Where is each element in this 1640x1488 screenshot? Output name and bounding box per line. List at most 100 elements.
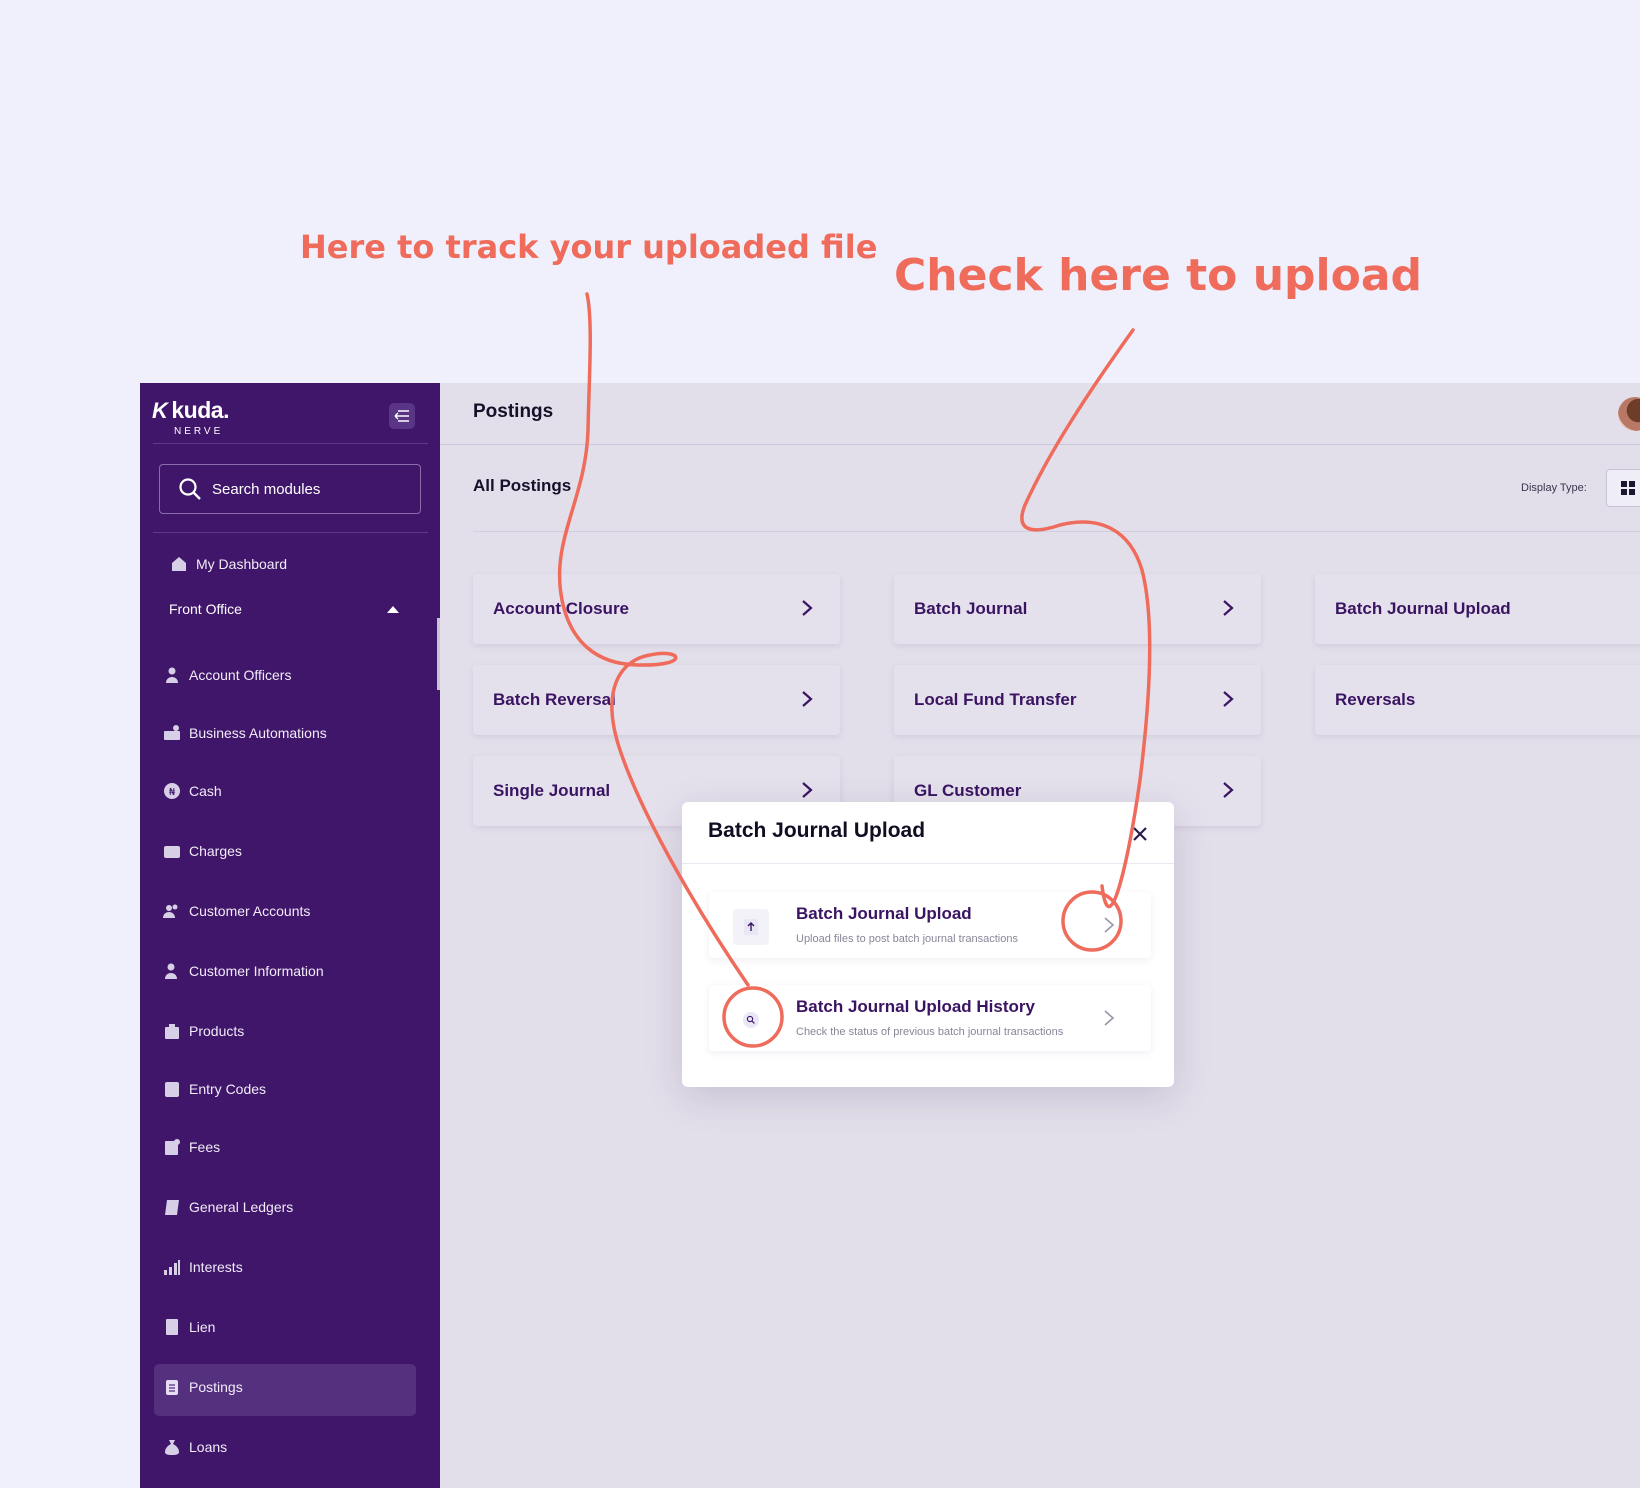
sidebar-item-label: Interests bbox=[189, 1259, 243, 1275]
wallet-icon bbox=[162, 841, 182, 861]
money-bag-icon bbox=[162, 1437, 182, 1457]
card-label: Batch Reversal bbox=[493, 690, 616, 709]
sidebar-item-lien[interactable]: Lien bbox=[162, 1312, 215, 1342]
brand-name: kuda. bbox=[171, 397, 229, 423]
app-window: Kkuda. NERVE Search modules My Dashboard… bbox=[140, 383, 1640, 1488]
front-office-section-toggle[interactable]: Front Office bbox=[169, 601, 399, 617]
sidebar-item-label: Business Automations bbox=[189, 725, 327, 741]
card-label: Batch Journal Upload bbox=[1335, 599, 1511, 618]
sidebar: Kkuda. NERVE Search modules My Dashboard… bbox=[140, 383, 440, 1488]
sidebar-item-label: Customer Accounts bbox=[189, 903, 311, 919]
card-account-closure[interactable]: Account Closure bbox=[473, 574, 840, 644]
sidebar-item-label: Account Officers bbox=[189, 667, 292, 683]
caret-up-icon bbox=[387, 605, 399, 613]
chevron-right-icon bbox=[802, 782, 813, 798]
sidebar-item-label: General Ledgers bbox=[189, 1199, 294, 1215]
option-batch-journal-upload[interactable]: Batch Journal Upload Upload files to pos… bbox=[709, 892, 1151, 958]
option-description: Check the status of previous batch journ… bbox=[796, 1026, 1064, 1038]
brand-logo[interactable]: Kkuda. NERVE bbox=[152, 397, 229, 437]
option-title: Batch Journal Upload History bbox=[796, 997, 1035, 1016]
search-placeholder: Search modules bbox=[212, 480, 321, 498]
modal-title: Batch Journal Upload bbox=[708, 819, 926, 842]
sidebar-item-label: Lien bbox=[189, 1319, 216, 1335]
sidebar-item-label: My Dashboard bbox=[196, 556, 288, 572]
sidebar-item-label: Loans bbox=[189, 1439, 228, 1455]
card-batch-journal[interactable]: Batch Journal bbox=[894, 574, 1261, 644]
kuda-k-icon: K bbox=[152, 397, 168, 423]
sidebar-item-dashboard[interactable]: My Dashboard bbox=[169, 549, 287, 579]
document-icon bbox=[162, 1317, 182, 1337]
annotation-track-text: Here to track your uploaded file bbox=[300, 228, 878, 266]
sidebar-item-customer-accounts[interactable]: Customer Accounts bbox=[162, 896, 310, 926]
avatar[interactable] bbox=[1618, 397, 1640, 431]
grid-icon bbox=[1621, 481, 1635, 495]
sidebar-item-products[interactable]: Products bbox=[162, 1016, 244, 1046]
sidebar-item-interests[interactable]: Interests bbox=[162, 1252, 243, 1282]
search-modules-input[interactable]: Search modules bbox=[159, 464, 421, 514]
display-type-grid-button[interactable] bbox=[1606, 469, 1640, 507]
sidebar-item-fees[interactable]: Fees bbox=[162, 1132, 220, 1162]
automation-icon bbox=[162, 723, 182, 743]
option-batch-journal-upload-history[interactable]: Batch Journal Upload History Check the s… bbox=[709, 985, 1151, 1051]
sidebar-item-general-ledgers[interactable]: General Ledgers bbox=[162, 1192, 293, 1222]
postings-icon bbox=[162, 1377, 182, 1397]
sidebar-item-loans[interactable]: Loans bbox=[162, 1432, 227, 1462]
sidebar-item-label: Charges bbox=[189, 843, 242, 859]
sidebar-scrollbar[interactable] bbox=[437, 618, 440, 690]
svg-text:₦: ₦ bbox=[169, 787, 176, 798]
chevron-right-icon bbox=[1223, 782, 1234, 798]
sidebar-item-label: Entry Codes bbox=[189, 1081, 267, 1097]
display-type-label: Display Type: bbox=[1521, 482, 1587, 494]
section-title: All Postings bbox=[473, 476, 572, 495]
collapse-menu-icon bbox=[394, 410, 409, 422]
card-label: Single Journal bbox=[493, 781, 611, 800]
sidebar-item-label: Customer Information bbox=[189, 963, 324, 979]
user-info-icon bbox=[162, 961, 182, 981]
card-label: Local Fund Transfer bbox=[914, 690, 1077, 709]
sidebar-item-label: Fees bbox=[189, 1139, 221, 1155]
card-reversals[interactable]: Reversals bbox=[1315, 665, 1640, 735]
upload-icon bbox=[733, 909, 769, 945]
sidebar-item-customer-information[interactable]: Customer Information bbox=[162, 956, 324, 986]
code-icon bbox=[162, 1079, 182, 1099]
card-batch-journal-upload[interactable]: Batch Journal Upload bbox=[1315, 574, 1640, 644]
chart-icon bbox=[162, 1257, 182, 1277]
brand-subtitle: NERVE bbox=[174, 426, 224, 437]
chevron-right-icon bbox=[1104, 917, 1115, 933]
sidebar-item-charges[interactable]: Charges bbox=[162, 836, 242, 866]
ledger-icon bbox=[162, 1197, 182, 1217]
close-button[interactable] bbox=[1128, 822, 1152, 846]
sidebar-item-label: Products bbox=[189, 1023, 245, 1039]
sidebar-item-account-officers[interactable]: Account Officers bbox=[162, 660, 291, 690]
chevron-right-icon bbox=[802, 600, 813, 616]
chevron-right-icon bbox=[1223, 691, 1234, 707]
sidebar-item-postings[interactable]: Postings bbox=[162, 1372, 243, 1402]
option-title: Batch Journal Upload bbox=[796, 904, 972, 923]
chevron-right-icon bbox=[1104, 1010, 1115, 1026]
sidebar-item-label: Cash bbox=[189, 783, 222, 799]
sidebar-divider bbox=[153, 443, 428, 444]
content-divider bbox=[473, 531, 1640, 532]
card-label: Batch Journal bbox=[914, 599, 1028, 618]
sidebar-item-business-automations[interactable]: Business Automations bbox=[162, 718, 327, 748]
bag-icon bbox=[162, 1021, 182, 1041]
card-label: Account Closure bbox=[493, 599, 630, 618]
card-local-fund-transfer[interactable]: Local Fund Transfer bbox=[894, 665, 1261, 735]
home-icon bbox=[169, 554, 189, 574]
search-icon bbox=[179, 478, 201, 500]
close-icon bbox=[1133, 827, 1147, 841]
modal-divider bbox=[682, 863, 1174, 864]
search-icon bbox=[733, 1002, 769, 1038]
chevron-right-icon bbox=[802, 691, 813, 707]
top-bar: Postings bbox=[440, 383, 1640, 445]
batch-journal-upload-modal: Batch Journal Upload Batch Journal Uploa… bbox=[682, 802, 1174, 1087]
card-batch-reversal[interactable]: Batch Reversal bbox=[473, 665, 840, 735]
collapse-sidebar-button[interactable] bbox=[389, 403, 415, 429]
option-description: Upload files to post batch journal trans… bbox=[796, 933, 1018, 945]
chevron-right-icon bbox=[1223, 600, 1234, 616]
naira-coin-icon: ₦ bbox=[162, 781, 182, 801]
sidebar-item-entry-codes[interactable]: Entry Codes bbox=[162, 1074, 266, 1104]
sidebar-item-cash[interactable]: ₦ Cash bbox=[162, 776, 222, 806]
page-title: Postings bbox=[473, 401, 554, 422]
card-label: GL Customer bbox=[914, 781, 1022, 800]
